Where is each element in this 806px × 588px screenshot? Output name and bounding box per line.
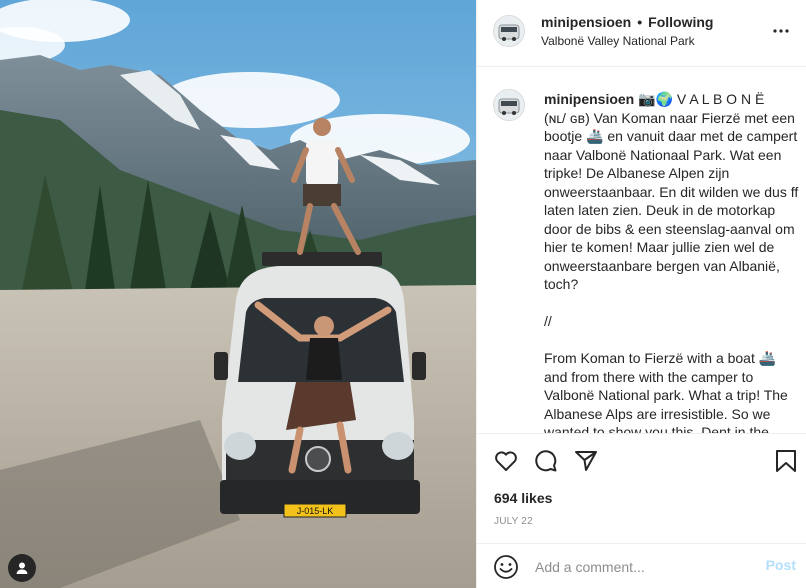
user-silhouette-icon [16, 562, 28, 574]
post-photo[interactable]: J-015-LK [0, 0, 476, 588]
comment-icon [535, 450, 557, 472]
like-button[interactable] [493, 448, 519, 474]
share-button[interactable] [573, 448, 599, 474]
heart-icon [495, 451, 517, 471]
post-details-panel: minipensioen • Following Valbonë Valley Na… [476, 0, 806, 588]
separator-dot: • [637, 14, 643, 30]
location-link[interactable]: Valbonë Valley National Park [541, 34, 695, 48]
save-button[interactable] [773, 448, 799, 474]
more-options-icon [773, 29, 789, 33]
likes-count[interactable]: 694 likes [494, 490, 552, 506]
caption-avatar[interactable] [493, 89, 525, 121]
comment-button[interactable] [533, 448, 559, 474]
username-link[interactable]: minipensioen [541, 14, 631, 30]
emoji-icon [494, 555, 518, 579]
tagged-users-button[interactable] [8, 554, 36, 582]
comment-composer: Post [477, 543, 806, 588]
follow-status-button[interactable]: Following [648, 14, 713, 30]
bookmark-icon [776, 450, 796, 472]
van-avatar-image [494, 90, 524, 120]
photo-illustration: J-015-LK [0, 0, 476, 588]
comments-area[interactable]: minipensioen 📷🌍 V A L B O N Ë (ɴʟ/ ɢʙ) V… [477, 67, 806, 433]
avatar[interactable] [493, 15, 525, 47]
actions-bar: 694 likes JULY 22 [477, 433, 806, 543]
post-comment-button[interactable]: Post [766, 557, 796, 573]
more-options-button[interactable] [772, 22, 790, 40]
caption-text: 📷🌍 V A L B O N Ë (ɴʟ/ ɢʙ) Van Koman naar… [544, 91, 799, 433]
post-date[interactable]: JULY 22 [494, 516, 533, 527]
caption: minipensioen 📷🌍 V A L B O N Ë (ɴʟ/ ɢʙ) V… [544, 90, 802, 433]
emoji-button[interactable] [493, 554, 519, 580]
comment-input[interactable] [533, 556, 747, 578]
post-header: minipensioen • Following Valbonë Valley Na… [477, 0, 806, 67]
header-user-line: minipensioen • Following [541, 14, 713, 30]
caption-username[interactable]: minipensioen [544, 91, 634, 107]
van-avatar-image [494, 16, 524, 46]
paper-plane-icon [575, 451, 597, 471]
license-plate: J-015-LK [297, 506, 334, 516]
